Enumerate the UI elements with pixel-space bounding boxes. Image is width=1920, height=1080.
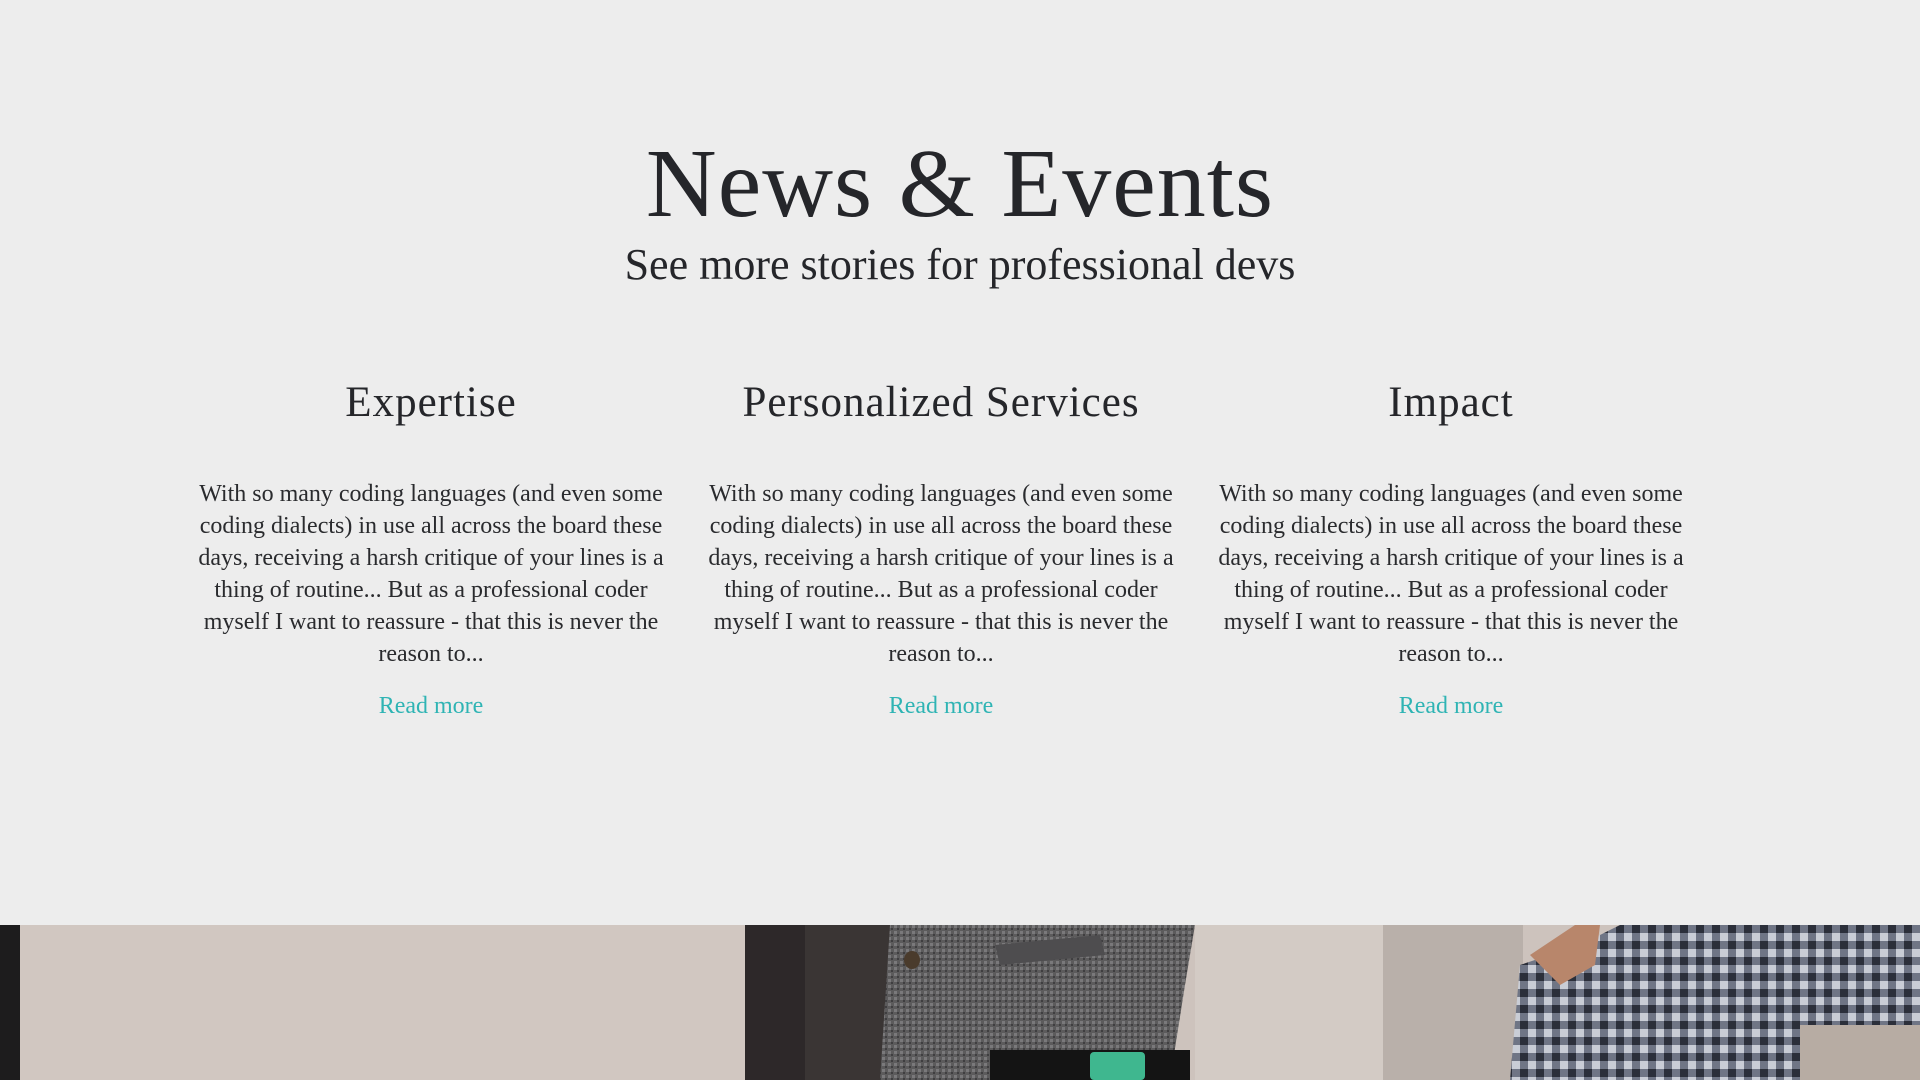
section-subtitle: See more stories for professional devs — [624, 240, 1296, 289]
column-personalized-services: Personalized Services With so many codin… — [706, 375, 1176, 722]
column-heading: Impact — [1388, 379, 1514, 426]
read-more-link[interactable]: Read more — [379, 690, 484, 722]
read-more-link[interactable]: Read more — [1399, 690, 1504, 722]
column-text: With so many coding languages (and even … — [198, 481, 664, 667]
column-heading: Personalized Services — [742, 379, 1140, 426]
column-impact: Impact With so many coding languages (an… — [1216, 375, 1686, 722]
news-events-section: News & Events See more stories for profe… — [0, 0, 1920, 925]
section-title: News & Events — [645, 130, 1275, 238]
hero-photo — [0, 925, 1920, 1080]
column-text: With so many coding languages (and even … — [708, 481, 1174, 667]
office-photo-image — [0, 925, 1920, 1080]
column-expertise: Expertise With so many coding languages … — [196, 375, 666, 722]
read-more-link[interactable]: Read more — [889, 690, 994, 722]
column-text: With so many coding languages (and even … — [1218, 481, 1684, 667]
column-heading: Expertise — [345, 379, 517, 426]
